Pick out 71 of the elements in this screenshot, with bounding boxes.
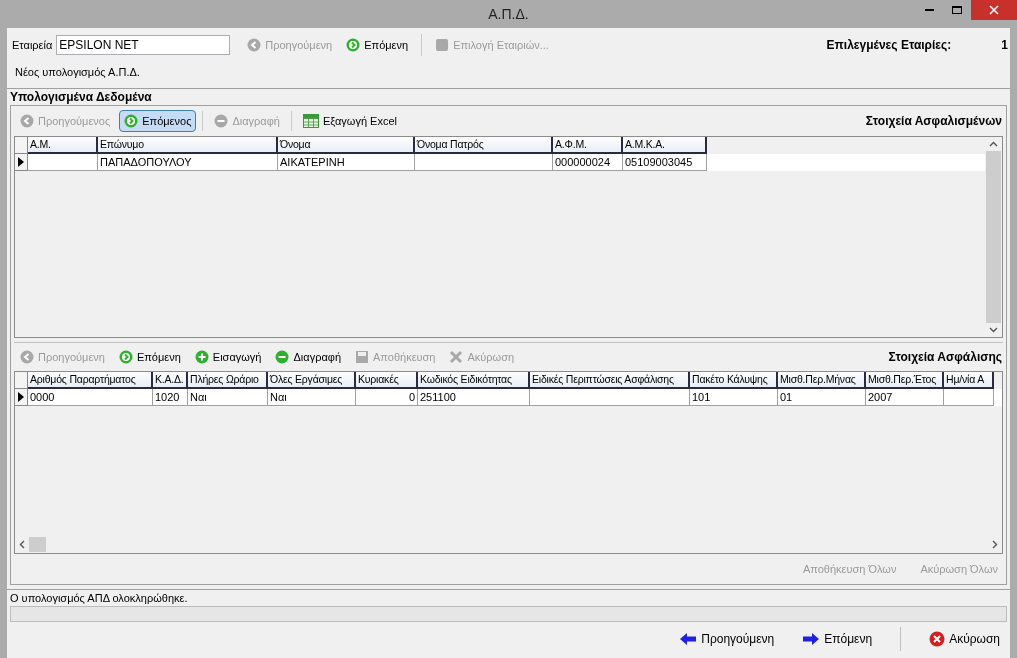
left-arrow-circle-icon — [20, 113, 34, 128]
toolbar-button[interactable]: Επόμενη — [113, 345, 186, 368]
scrollbar-thumb[interactable] — [29, 537, 46, 553]
scrollbar-thumb[interactable] — [986, 150, 1001, 323]
table-cell: Ναι — [268, 388, 356, 406]
x-icon — [449, 349, 464, 364]
right-arrow-icon — [802, 632, 821, 646]
table-cell: 1020 — [153, 388, 188, 406]
column-header[interactable]: Όνομα — [278, 136, 415, 154]
toolbar-button[interactable]: Διαγραφή — [270, 345, 346, 368]
spreadsheet-icon — [303, 113, 319, 128]
table-cell: 251100 — [418, 388, 530, 406]
table-cell: 0000 — [28, 388, 153, 406]
column-header[interactable]: Κ.Α.Δ. — [153, 371, 188, 389]
right-arrow-circle-icon — [118, 349, 133, 364]
table-cell: 000000024 — [553, 153, 623, 171]
nav-button[interactable]: Προηγούμενη — [679, 630, 775, 648]
selected-companies-label: Επιλεγμένες Εταιρίες: — [826, 37, 952, 54]
column-header[interactable]: Πλήρες Ωράριο — [188, 371, 268, 389]
subtitle: Νέος υπολογισμός Α.Π.Δ. — [14, 65, 141, 80]
column-header[interactable]: Μισθ.Περ.Μήνας — [778, 371, 866, 389]
toolbar-button[interactable]: Εξαγωγή Excel — [298, 109, 402, 132]
plus-circle-icon — [194, 349, 209, 364]
column-header[interactable]: Κυριακές — [356, 371, 418, 389]
column-header[interactable]: Α.Φ.Μ. — [553, 136, 623, 154]
column-header[interactable]: Α.Μ. — [28, 136, 98, 154]
table-cell: ΠΑΠΑΔΟΠΟΥΛΟΥ — [98, 153, 278, 171]
table-cell: 01 — [778, 388, 866, 406]
column-header[interactable]: Όνομα Πατρός — [415, 136, 553, 154]
right-arrow-circle-icon — [124, 113, 139, 128]
window-title: Α.Π.Δ. — [488, 4, 529, 24]
table-cell: ΑΙΚΑΤΕΡΙΝΗ — [278, 153, 415, 171]
column-header[interactable]: Πακέτο Κάλυψης — [690, 371, 778, 389]
table-cell: Ναι — [188, 388, 268, 406]
table-cell: 0 — [356, 388, 418, 406]
left-arrow-circle-icon — [20, 349, 34, 364]
current-row-icon — [18, 156, 24, 167]
column-header[interactable]: Επώνυμο — [98, 136, 278, 154]
square-icon — [435, 38, 450, 52]
column-header[interactable]: Ημ/νία Α — [944, 371, 994, 389]
table-cell: 2007 — [866, 388, 944, 406]
minus-circle-icon — [275, 349, 290, 364]
toolbar-button[interactable]: Επόμενη — [341, 34, 414, 56]
column-header[interactable]: Α.Μ.Κ.Α. — [623, 136, 707, 154]
company-label: Εταιρεία — [12, 37, 53, 53]
left-arrow-circle-icon — [247, 38, 262, 52]
table-cell: 101 — [690, 388, 778, 406]
insurance-title: Στοιχεία Ασφάλισης — [888, 348, 1002, 366]
current-row-icon — [18, 391, 24, 402]
column-header[interactable]: Ειδικές Περιπτώσεις Ασφάλισης — [530, 371, 690, 389]
nav-button[interactable]: Ακύρωση — [929, 630, 1000, 648]
close-icon — [929, 631, 946, 647]
table-cell: 05109003045 — [623, 153, 707, 171]
toolbar-button[interactable]: Εισαγωγή — [189, 345, 267, 368]
right-arrow-circle-icon — [346, 38, 361, 52]
section-title: Υπολογισμένα Δεδομένα — [9, 89, 153, 105]
status-message: Ο υπολογισμός ΑΠΔ ολοκληρώθηκε. — [9, 591, 189, 606]
left-arrow-icon — [679, 632, 698, 646]
company-field[interactable]: EPSILON NET — [56, 35, 231, 55]
table-cell — [944, 388, 994, 406]
insured-title: Στοιχεία Ασφαλισμένων — [865, 112, 1002, 130]
column-header[interactable]: Κωδικός Ειδικότητας — [418, 371, 530, 389]
toolbar-button[interactable]: Επόμενος — [119, 109, 197, 132]
table-cell — [28, 153, 98, 171]
column-header[interactable]: Αριθμός Παραρτήματος — [28, 371, 153, 389]
selected-companies-count: 1 — [1001, 37, 1008, 54]
minus-circle-icon — [214, 113, 229, 128]
column-header[interactable]: Μισθ.Περ.Έτος — [866, 371, 944, 389]
column-header[interactable]: Όλες Εργάσιμες — [268, 371, 356, 389]
close-icon — [989, 5, 999, 15]
nav-button[interactable]: Επόμενη — [802, 630, 873, 648]
